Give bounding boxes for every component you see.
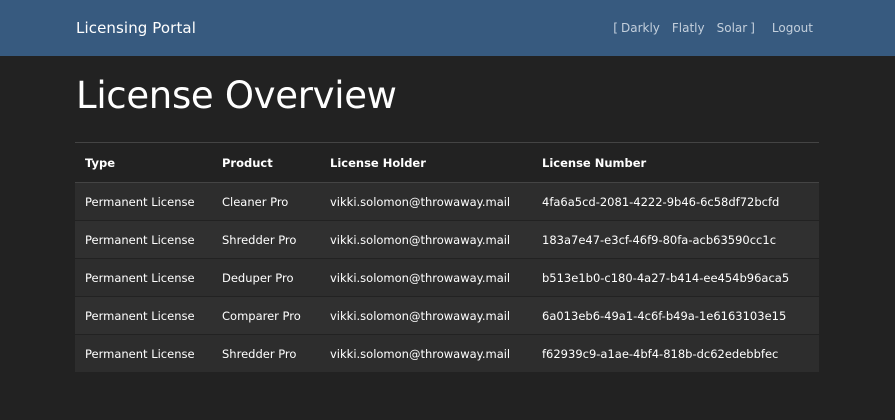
cell-type: Permanent License: [75, 258, 212, 297]
cell-license-number: f62939c9-a1ae-4bf4-818b-dc62edebbfec: [532, 334, 819, 372]
cell-license-holder: vikki.solomon@throwaway.mail: [320, 182, 532, 221]
cell-license-holder: vikki.solomon@throwaway.mail: [320, 334, 532, 372]
table-row[interactable]: Permanent License Shredder Pro vikki.sol…: [75, 334, 819, 372]
cell-product: Cleaner Pro: [212, 182, 320, 221]
cell-license-holder: vikki.solomon@throwaway.mail: [320, 258, 532, 297]
cell-type: Permanent License: [75, 296, 212, 335]
theme-bracket-open: [: [613, 21, 618, 35]
column-header-type[interactable]: Type: [75, 142, 212, 183]
table-row[interactable]: Permanent License Deduper Pro vikki.solo…: [75, 258, 819, 297]
cell-product: Deduper Pro: [212, 258, 320, 297]
license-table: Type Product License Holder License Numb…: [75, 142, 819, 372]
table-row[interactable]: Permanent License Comparer Pro vikki.sol…: [75, 296, 819, 335]
cell-product: Comparer Pro: [212, 296, 320, 335]
theme-flatly-link[interactable]: Flatly: [672, 21, 705, 35]
column-header-license-holder[interactable]: License Holder: [320, 142, 532, 183]
cell-license-number: 183a7e47-e3cf-46f9-80fa-acb63590cc1c: [532, 220, 819, 259]
table-row[interactable]: Permanent License Cleaner Pro vikki.solo…: [75, 182, 819, 221]
cell-type: Permanent License: [75, 220, 212, 259]
top-navbar: Licensing Portal [ Darkly Flatly Solar ]…: [0, 0, 895, 56]
cell-type: Permanent License: [75, 334, 212, 372]
theme-bracket-close: ]: [750, 21, 755, 35]
cell-license-number: 6a013eb6-49a1-4c6f-b49a-1e6163103e15: [532, 296, 819, 335]
cell-license-number: 4fa6a5cd-2081-4222-9b46-6c58df72bcfd: [532, 182, 819, 221]
theme-darkly-link[interactable]: Darkly: [621, 21, 660, 35]
cell-type: Permanent License: [75, 182, 212, 221]
cell-license-holder: vikki.solomon@throwaway.mail: [320, 220, 532, 259]
logout-link[interactable]: Logout: [772, 21, 813, 35]
theme-solar-link[interactable]: Solar: [717, 21, 748, 35]
nav-links: [ Darkly Flatly Solar ] Logout: [613, 0, 813, 56]
cell-license-number: b513e1b0-c180-4a27-b414-ee454b96aca5: [532, 258, 819, 297]
table-row[interactable]: Permanent License Shredder Pro vikki.sol…: [75, 220, 819, 259]
cell-license-holder: vikki.solomon@throwaway.mail: [320, 296, 532, 335]
table-header-row: Type Product License Holder License Numb…: [75, 142, 819, 183]
brand-link[interactable]: Licensing Portal: [76, 0, 196, 56]
column-header-product[interactable]: Product: [212, 142, 320, 183]
cell-product: Shredder Pro: [212, 334, 320, 372]
cell-product: Shredder Pro: [212, 220, 320, 259]
page-title: License Overview: [76, 74, 397, 117]
column-header-license-number[interactable]: License Number: [532, 142, 819, 183]
